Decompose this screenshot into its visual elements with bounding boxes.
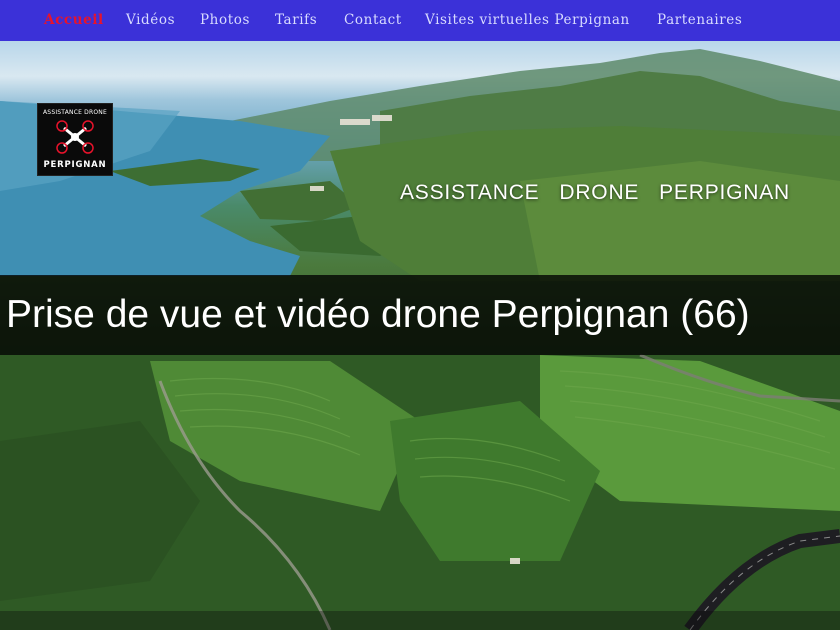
company-logo[interactable]: ASSISTANCE DRONE PERPIGNAN [37,103,113,176]
nav-item-contact[interactable]: Contact [344,12,402,28]
page-headline: Prise de vue et vidéo drone Perpignan (6… [6,293,750,336]
nav-item-videos[interactable]: Vidéos [126,12,175,28]
nav-item-visites-virtuelles[interactable]: Visites virtuelles Perpignan [425,12,630,28]
hero-banner: ASSISTANCE DRONE PERPIGNAN ASSISTANCE DR… [0,41,840,630]
bottom-overlay-strip [0,611,840,630]
top-navigation: Accueil Vidéos Photos Tarifs Contact Vis… [0,0,840,41]
logo-top-text: ASSISTANCE DRONE [43,109,107,116]
logo-bottom-text: PERPIGNAN [43,160,107,170]
nav-item-accueil[interactable]: Accueil [44,12,104,28]
headline-band: Prise de vue et vidéo drone Perpignan (6… [0,275,840,355]
drone-icon [56,120,94,154]
nav-item-partenaires[interactable]: Partenaires [657,12,742,28]
site-brand-title: ASSISTANCE DRONE PERPIGNAN [400,181,791,204]
nav-item-tarifs[interactable]: Tarifs [275,12,317,28]
nav-item-photos[interactable]: Photos [200,12,250,28]
